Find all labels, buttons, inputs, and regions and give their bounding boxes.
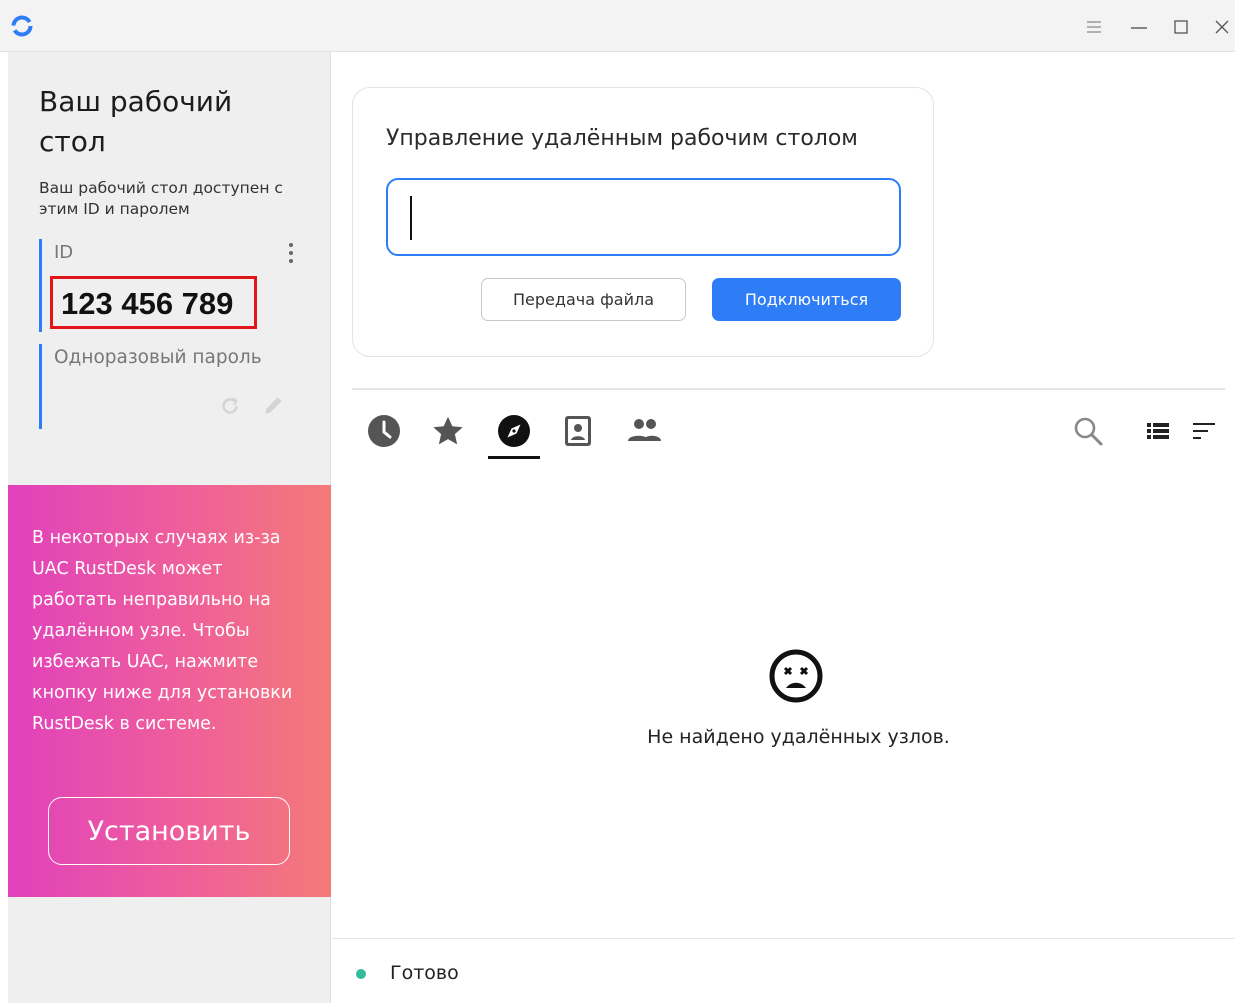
main-area: Управление удалённым рабочим столом Пере… [332, 52, 1235, 1003]
remote-id-input[interactable] [386, 178, 901, 256]
tab-discovered[interactable] [494, 411, 534, 451]
clock-icon [368, 415, 400, 447]
close-icon[interactable] [1209, 14, 1235, 40]
sidebar-description: Ваш рабочий стол доступен с этим ID и па… [39, 179, 283, 218]
password-section: Одноразовый пароль [39, 344, 304, 429]
status-indicator [356, 969, 366, 979]
edit-icon[interactable] [261, 392, 287, 418]
dizzy-face-icon [769, 649, 823, 703]
status-bar: Готово [332, 938, 1235, 1003]
id-value[interactable]: 123 456 789 [61, 283, 246, 324]
star-icon [433, 416, 463, 445]
sidebar: Ваш рабочий стол Ваш рабочий стол доступ… [8, 52, 331, 1003]
id-label: ID [54, 242, 74, 263]
maximize-icon[interactable] [1168, 14, 1194, 40]
list-view-icon[interactable] [1140, 411, 1176, 451]
install-promo-panel: В некоторых случаях из-за UAC RustDesk м… [8, 485, 331, 897]
sidebar-title: Ваш рабочий стол [39, 85, 233, 158]
connect-button[interactable]: Подключиться [712, 278, 901, 321]
selected-tab-indicator [488, 456, 540, 459]
empty-state: Не найдено удалённых узлов. [352, 642, 1225, 762]
text-caret [410, 196, 412, 240]
peer-tabs [352, 407, 1225, 462]
more-options-icon[interactable] [286, 241, 296, 265]
refresh-icon[interactable] [218, 394, 242, 418]
tab-recent[interactable] [364, 411, 404, 451]
compass-icon [498, 415, 530, 447]
promo-text: В некоторых случаях из-за UAC RustDesk м… [32, 528, 293, 734]
install-button[interactable]: Установить [48, 797, 290, 865]
title-bar [0, 0, 1235, 52]
divider [352, 388, 1225, 390]
id-highlight-box: 123 456 789 [50, 276, 257, 329]
tab-favorites[interactable] [428, 411, 468, 451]
menu-icon[interactable] [1081, 14, 1107, 40]
password-label: Одноразовый пароль [54, 347, 262, 368]
group-icon [628, 419, 661, 441]
tab-address-book[interactable] [558, 411, 598, 451]
status-text: Готово [390, 962, 459, 984]
id-section: ID 123 456 789 [39, 239, 304, 332]
connect-title: Управление удалённым рабочим столом [386, 126, 858, 151]
file-transfer-button[interactable]: Передача файла [481, 278, 686, 321]
address-book-icon [565, 416, 591, 446]
connect-card: Управление удалённым рабочим столом Пере… [352, 87, 934, 357]
minimize-icon[interactable] [1126, 14, 1152, 40]
empty-state-text: Не найдено удалённых узлов. [647, 726, 950, 748]
rustdesk-logo-icon [11, 15, 33, 37]
sort-icon[interactable] [1186, 411, 1222, 451]
tab-group[interactable] [624, 411, 664, 451]
search-icon[interactable] [1070, 411, 1106, 451]
